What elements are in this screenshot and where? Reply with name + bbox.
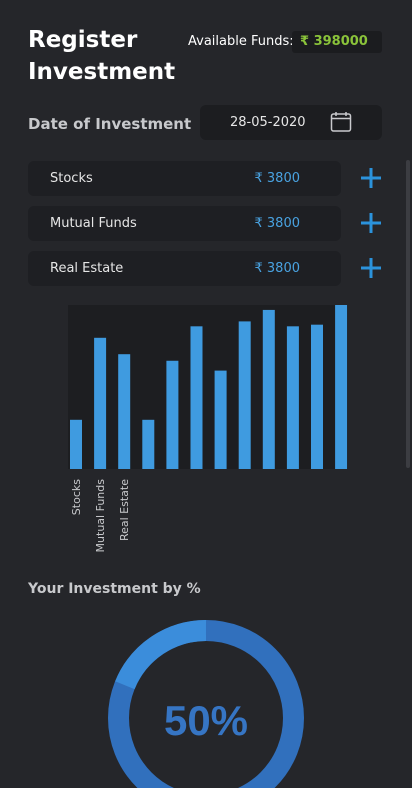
donut-percent-label: 50% <box>164 697 248 744</box>
investment-donut-chart: 50% <box>108 620 304 788</box>
scrollbar[interactable] <box>406 160 410 468</box>
donut-arc <box>115 620 207 690</box>
